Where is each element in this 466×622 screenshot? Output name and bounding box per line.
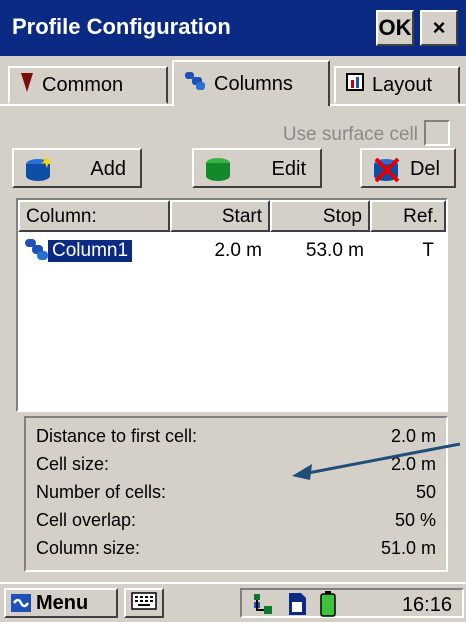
battery-icon[interactable] <box>320 591 336 622</box>
taskbar: Menu 16:16 <box>0 582 466 622</box>
delete-button-label: Del <box>409 158 440 180</box>
column-row-icon <box>24 238 50 268</box>
table-row[interactable]: Column1 2.0 m 53.0 m T <box>18 236 446 266</box>
system-tray: 16:16 <box>240 588 464 618</box>
edit-button-label: Edit <box>271 158 306 180</box>
use-surface-cell-checkbox[interactable] <box>424 120 450 146</box>
list-header: Column: Start Stop Ref. <box>18 200 446 232</box>
tab-divider <box>0 104 172 106</box>
edit-button[interactable]: Edit <box>192 148 322 188</box>
tab-common-label: Common <box>42 73 124 96</box>
info-label: Column size: <box>36 538 141 558</box>
row-start: 2.0 m <box>214 240 262 261</box>
header-start[interactable]: Start <box>170 200 270 232</box>
row-ref: T <box>422 240 434 261</box>
header-column[interactable]: Column: <box>18 200 170 232</box>
tab-layout[interactable]: Layout <box>334 66 460 104</box>
menu-label: Menu <box>36 591 89 614</box>
keyboard-icon <box>131 591 157 615</box>
layout-icon <box>346 73 364 97</box>
delete-column-icon <box>372 156 402 190</box>
info-value: 50 <box>415 482 436 502</box>
add-button-label: Add <box>90 158 126 180</box>
tab-divider <box>330 104 466 106</box>
info-value: 50 % <box>394 510 436 530</box>
title-bar: Profile Configuration OK × <box>0 0 466 56</box>
tab-layout-label: Layout <box>372 73 433 96</box>
info-label: Cell size: <box>36 454 110 474</box>
row-column-name[interactable]: Column1 <box>48 240 133 262</box>
pin-icon <box>20 71 34 99</box>
row-stop: 53.0 m <box>305 240 364 261</box>
info-row: Number of cells: 50 <box>36 482 436 508</box>
ok-button[interactable]: OK <box>376 10 414 46</box>
columns-icon <box>184 71 206 97</box>
storage-card-icon[interactable] <box>286 592 308 621</box>
clock[interactable]: 16:16 <box>402 594 452 617</box>
tab-columns-label: Columns <box>214 72 293 95</box>
info-label: Distance to first cell: <box>36 426 198 446</box>
keyboard-button[interactable] <box>124 588 164 618</box>
start-menu-button[interactable]: Menu <box>4 588 118 618</box>
device-screen: Profile Configuration OK × Common Column… <box>0 0 466 622</box>
window-title: Profile Configuration <box>12 14 231 39</box>
windows-icon <box>10 593 32 613</box>
tab-common[interactable]: Common <box>8 66 168 104</box>
info-label: Cell overlap: <box>36 510 137 530</box>
delete-button[interactable]: Del <box>360 148 456 188</box>
close-button[interactable]: × <box>420 10 458 46</box>
use-surface-cell-label: Use surface cell <box>282 124 418 145</box>
tab-strip: Common Columns Layout <box>0 60 466 106</box>
add-button[interactable]: Add <box>12 148 142 188</box>
info-value: 51.0 m <box>380 538 436 558</box>
info-row: Cell overlap: 50 % <box>36 510 436 536</box>
header-stop[interactable]: Stop <box>270 200 370 232</box>
info-label: Number of cells: <box>36 482 167 502</box>
tab-columns[interactable]: Columns <box>172 60 330 106</box>
edit-column-icon <box>204 156 234 188</box>
info-row: Column size: 51.0 m <box>36 538 436 564</box>
connection-icon[interactable] <box>252 592 276 621</box>
add-column-icon <box>24 156 54 188</box>
columns-list[interactable]: Column: Start Stop Ref. Column1 2.0 m 53… <box>16 198 448 412</box>
annotation-arrow <box>292 442 461 480</box>
header-ref[interactable]: Ref. <box>370 200 446 232</box>
